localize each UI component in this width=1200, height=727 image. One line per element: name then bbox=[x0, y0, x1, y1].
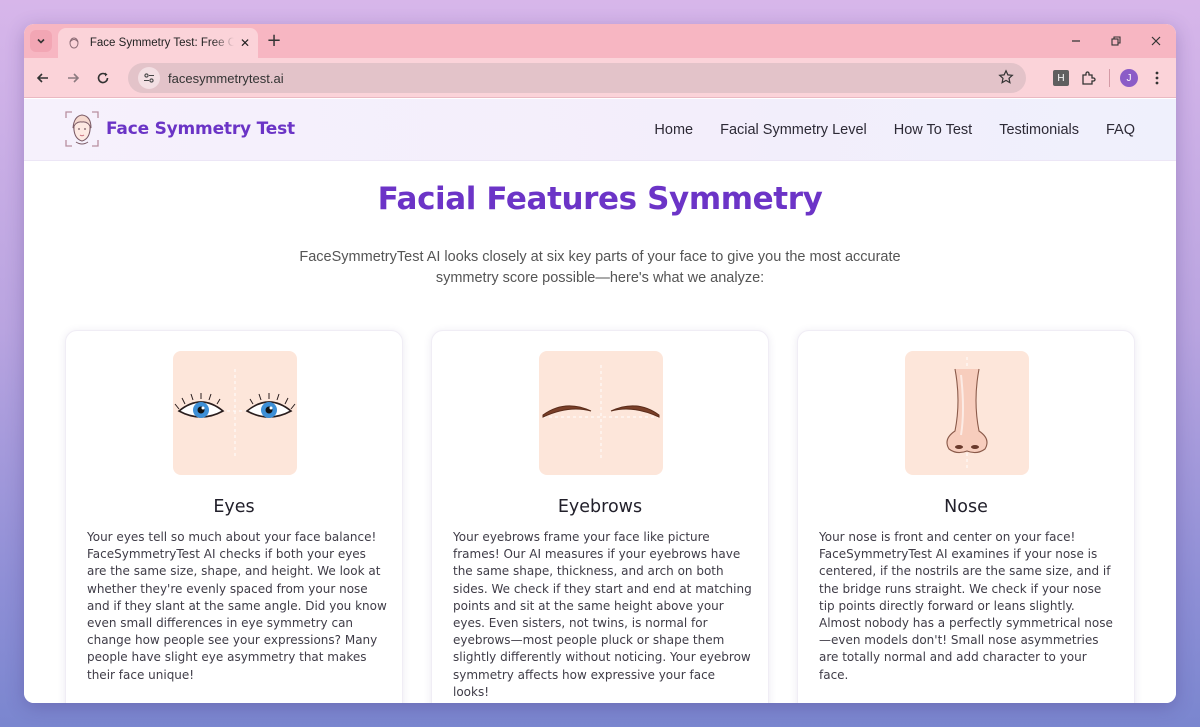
restore-icon bbox=[1111, 36, 1121, 46]
arrow-right-icon bbox=[68, 72, 80, 83]
card-title: Nose bbox=[944, 497, 988, 517]
face-logo-icon bbox=[65, 111, 99, 147]
nose-illustration bbox=[905, 351, 1029, 475]
back-button[interactable] bbox=[28, 63, 58, 93]
arrow-left-icon bbox=[36, 72, 48, 83]
eyes-illustration bbox=[173, 351, 297, 475]
nav-home[interactable]: Home bbox=[654, 122, 693, 138]
chevron-down-icon bbox=[37, 38, 45, 44]
close-tab-icon[interactable]: ✕ bbox=[240, 37, 250, 49]
feature-card-eyebrows: Eyebrows Your eyebrows frame your face l… bbox=[431, 330, 769, 703]
card-text: Your nose is front and center on your fa… bbox=[819, 530, 1113, 682]
forward-button[interactable] bbox=[58, 63, 88, 93]
web-page: Face Symmetry Test Home Facial Symmetry … bbox=[24, 99, 1176, 703]
browser-tab[interactable]: Face Symmetry Test: Free Online ✕ bbox=[58, 28, 258, 58]
new-tab-button[interactable]: + bbox=[264, 31, 284, 51]
card-text: Your eyes tell so much about your face b… bbox=[87, 530, 387, 682]
card-title: Eyes bbox=[213, 497, 255, 517]
nav-facial-symmetry-level[interactable]: Facial Symmetry Level bbox=[720, 122, 867, 138]
minimize-icon bbox=[1072, 40, 1080, 42]
reload-icon bbox=[97, 72, 109, 83]
tab-search-button[interactable] bbox=[30, 30, 52, 52]
profile-avatar[interactable]: J bbox=[1120, 69, 1138, 87]
close-window-button[interactable] bbox=[1136, 24, 1176, 58]
tab-title: Face Symmetry Test: Free Online bbox=[89, 37, 234, 49]
restore-button[interactable] bbox=[1096, 24, 1136, 58]
main-nav: Home Facial Symmetry Level How To Test T… bbox=[654, 99, 1135, 161]
puzzle-icon[interactable] bbox=[1077, 67, 1099, 89]
browser-window: Face Symmetry Test: Free Online ✕ + bbox=[24, 24, 1176, 703]
window-controls bbox=[1056, 24, 1176, 58]
tab-strip: Face Symmetry Test: Free Online ✕ + bbox=[24, 24, 1176, 58]
reload-button[interactable] bbox=[88, 63, 118, 93]
face-favicon-icon bbox=[66, 35, 82, 51]
site-info-icon[interactable] bbox=[138, 67, 160, 89]
feature-card-eyes: Eyes Your eyes tell so much about your f… bbox=[65, 330, 403, 703]
extensions-area: H J bbox=[1053, 63, 1168, 93]
bookmark-star-icon[interactable] bbox=[998, 69, 1014, 89]
card-text: Your eyebrows frame your face like pictu… bbox=[453, 530, 752, 699]
browser-toolbar: facesymmetrytest.ai H J bbox=[24, 58, 1176, 98]
card-title: Eyebrows bbox=[557, 497, 643, 517]
site-header: Face Symmetry Test Home Facial Symmetry … bbox=[24, 99, 1176, 161]
extension-h-icon[interactable]: H bbox=[1053, 70, 1069, 86]
close-icon bbox=[1151, 36, 1161, 46]
feature-card-nose: Nose Your nose is front and center on yo… bbox=[797, 330, 1135, 703]
nav-faq[interactable]: FAQ bbox=[1106, 122, 1135, 138]
logo-text: Face Symmetry Test bbox=[106, 119, 295, 139]
address-bar[interactable]: facesymmetrytest.ai bbox=[128, 63, 1026, 93]
nav-how-to-test[interactable]: How To Test bbox=[894, 122, 972, 138]
toolbar-divider bbox=[1109, 69, 1110, 87]
url-text: facesymmetrytest.ai bbox=[168, 70, 284, 86]
minimize-button[interactable] bbox=[1056, 24, 1096, 58]
nav-testimonials[interactable]: Testimonials bbox=[999, 122, 1079, 138]
eyebrows-illustration bbox=[539, 351, 663, 475]
section-title: Facial Features Symmetry bbox=[377, 181, 823, 217]
more-menu-icon[interactable] bbox=[1146, 67, 1168, 89]
site-logo[interactable]: Face Symmetry Test bbox=[64, 110, 295, 148]
section-subtitle: FaceSymmetryTest AI looks closely at six… bbox=[299, 249, 901, 286]
